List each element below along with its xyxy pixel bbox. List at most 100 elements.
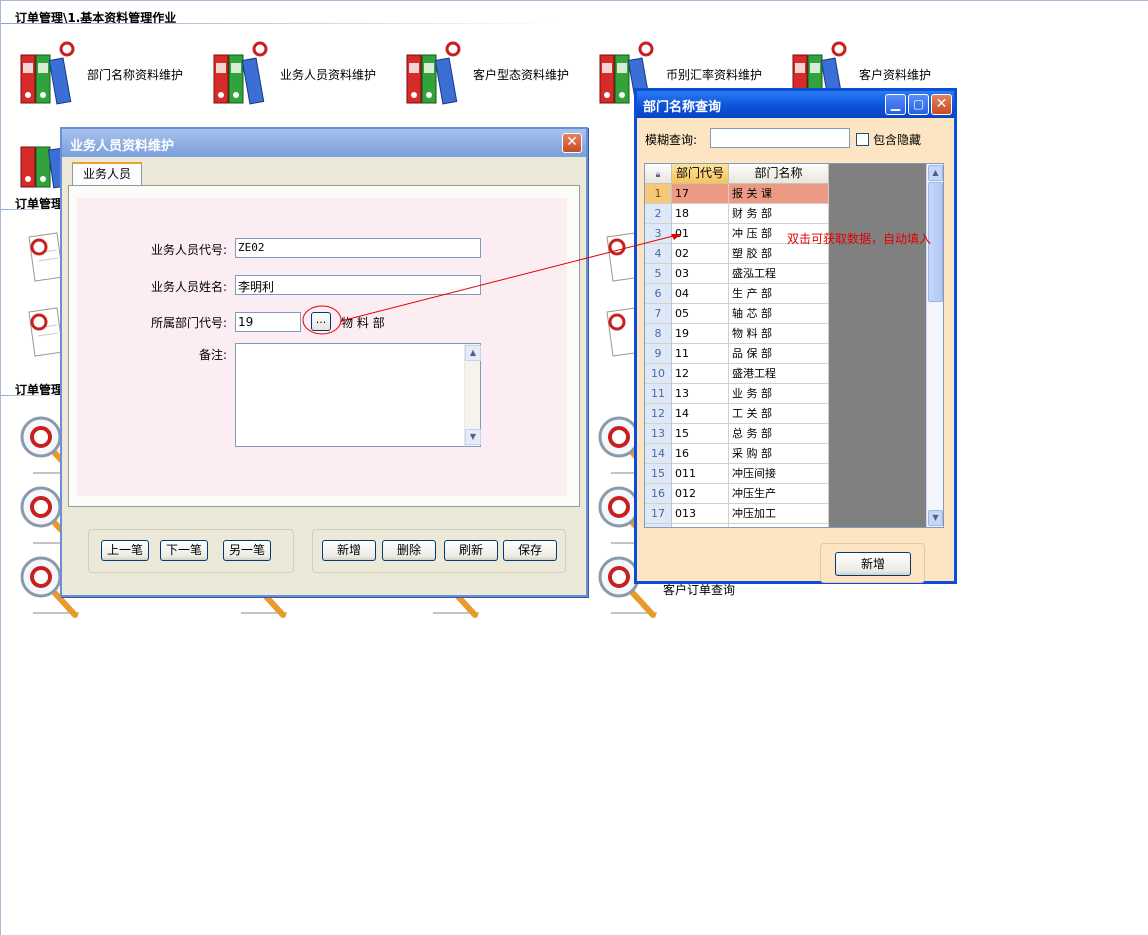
close-icon: ✕: [566, 134, 578, 150]
table-row[interactable]: 16 012 冲压生产: [645, 484, 829, 504]
cell-dept-code[interactable]: 011: [672, 464, 729, 484]
launcher-label: 业务人员资料维护: [280, 68, 377, 82]
scroll-down-icon[interactable]: ▼: [928, 510, 943, 526]
minimize-icon: ▁: [890, 97, 901, 111]
note-scrollbar[interactable]: ▲ ▼: [464, 344, 481, 446]
cell-dept-name[interactable]: 品 保 部: [729, 344, 829, 364]
include-hidden-checkbox[interactable]: [856, 133, 869, 146]
cell-dept-code[interactable]: 17: [672, 184, 729, 204]
code-label: 业务人员代号:: [150, 243, 227, 257]
maximize-button[interactable]: ▢: [908, 94, 929, 115]
cell-dept-name[interactable]: 总 务 部: [729, 424, 829, 444]
minimize-button[interactable]: ▁: [885, 94, 906, 115]
cell-dept-code[interactable]: 18: [672, 204, 729, 224]
column-header-dept-code[interactable]: 部门代号: [672, 164, 729, 184]
cell-dept-code[interactable]: 14: [672, 404, 729, 424]
table-row[interactable]: 1 17 报 关 课: [645, 184, 829, 204]
cell-dept-name[interactable]: 塑 胶 部: [729, 244, 829, 264]
cell-dept-name[interactable]: 报 关 课: [729, 184, 829, 204]
sales-staff-dialog: 业务人员资料维护 ✕ 业务人员 业务人员代号: ZE02 业务人员姓名: 李明利…: [60, 127, 588, 597]
row-number: 8: [645, 324, 672, 344]
tab-sales-staff[interactable]: 业务人员: [72, 162, 142, 186]
dialog-titlebar[interactable]: 部门名称查询 ▁ ▢ ✕: [637, 91, 954, 118]
cell-dept-name[interactable]: 生 产 部: [729, 284, 829, 304]
table-row[interactable]: 17 013 冲压加工: [645, 504, 829, 524]
include-hidden-label: 包含隐藏: [873, 133, 922, 147]
row-number: 9: [645, 344, 672, 364]
cell-dept-code[interactable]: 013: [672, 504, 729, 524]
delete-button[interactable]: 删除: [382, 540, 436, 561]
cell-dept-code[interactable]: 12: [672, 364, 729, 384]
prev-record-button[interactable]: 上一笔: [101, 540, 149, 561]
table-row[interactable]: 13 15 总 务 部: [645, 424, 829, 444]
grid-scrollbar[interactable]: ▲ ▼: [926, 164, 943, 527]
launcher-label: 币别汇率资料维护: [666, 68, 763, 82]
scroll-down-icon[interactable]: ▼: [465, 429, 481, 445]
table-row[interactable]: 11 13 业 务 部: [645, 384, 829, 404]
table-row[interactable]: 15 011 冲压间接: [645, 464, 829, 484]
table-row[interactable]: 9 11 品 保 部: [645, 344, 829, 364]
table-row[interactable]: 12 14 工 关 部: [645, 404, 829, 424]
next-record-button[interactable]: 下一笔: [160, 540, 208, 561]
cell-dept-name[interactable]: 盛港工程: [729, 364, 829, 384]
dept-grid[interactable]: 🔒︎ 部门代号 部门名称 1 17 报 关 课 2 18 财 务 部 3 01 冲 压 部 4 02…: [644, 163, 944, 528]
cell-dept-name[interactable]: 轴 芯 部: [729, 304, 829, 324]
another-record-button[interactable]: 另一笔: [223, 540, 271, 561]
cell-dept-name[interactable]: 冲压加工: [729, 504, 829, 524]
search-label: 模糊查询:: [645, 133, 698, 147]
table-row[interactable]: 8 19 物 料 部: [645, 324, 829, 344]
fuzzy-search-input[interactable]: [710, 128, 850, 148]
cell-dept-code[interactable]: 16: [672, 444, 729, 464]
table-row[interactable]: 塑胶间接: [645, 524, 829, 527]
table-row[interactable]: 10 12 盛港工程: [645, 364, 829, 384]
launcher-label: 客户资料维护: [859, 68, 932, 82]
row-number: 11: [645, 384, 672, 404]
cell-dept-name[interactable]: 冲压间接: [729, 464, 829, 484]
save-button[interactable]: 保存: [503, 540, 557, 561]
table-row[interactable]: 14 16 采 购 部: [645, 444, 829, 464]
section-divider-2: [1, 209, 61, 210]
cell-dept-code[interactable]: 19: [672, 324, 729, 344]
cell-dept-name[interactable]: 冲压生产: [729, 484, 829, 504]
binders-icon: [213, 41, 268, 105]
cell-dept-code[interactable]: 11: [672, 344, 729, 364]
cell-dept-code[interactable]: 13: [672, 384, 729, 404]
dept-label: 所属部门代号:: [150, 316, 227, 330]
launcher-label: 部门名称资料维护: [87, 68, 184, 82]
grid-corner[interactable]: 🔒︎: [645, 164, 672, 184]
scroll-up-icon[interactable]: ▲: [928, 165, 943, 181]
cell-dept-name[interactable]: 财 务 部: [729, 204, 829, 224]
cell-dept-name[interactable]: 采 购 部: [729, 444, 829, 464]
cell-dept-name[interactable]: 盛泓工程: [729, 264, 829, 284]
row-number: 17: [645, 504, 672, 524]
dialog-titlebar[interactable]: 业务人员资料维护 ✕: [62, 129, 586, 157]
dialog-title: 部门名称查询: [643, 100, 722, 115]
row-number: 10: [645, 364, 672, 384]
cell-dept-name[interactable]: 塑胶间接: [729, 524, 829, 527]
column-header-dept-name[interactable]: 部门名称: [729, 164, 829, 184]
cell-dept-name[interactable]: 业 务 部: [729, 384, 829, 404]
maximize-icon: ▢: [912, 97, 925, 111]
close-icon: ✕: [935, 96, 948, 112]
row-number: 16: [645, 484, 672, 504]
section-divider-3: [1, 395, 61, 396]
row-number: 12: [645, 404, 672, 424]
dept-input[interactable]: 19: [235, 312, 301, 332]
nav-button-group: 上一笔 下一笔 另一笔: [88, 529, 294, 573]
scroll-up-icon[interactable]: ▲: [465, 345, 481, 361]
cell-dept-code[interactable]: 15: [672, 424, 729, 444]
cell-dept-code[interactable]: 012: [672, 484, 729, 504]
close-button[interactable]: ✕: [562, 133, 582, 153]
cell-dept-name[interactable]: 物 料 部: [729, 324, 829, 344]
cell-dept-name[interactable]: 工 关 部: [729, 404, 829, 424]
table-row[interactable]: 2 18 财 务 部: [645, 204, 829, 224]
cell-dept-code[interactable]: [672, 524, 729, 527]
annotation-text: 双击可获取数据，自动填入: [787, 232, 932, 246]
note-textarea[interactable]: ▲ ▼: [235, 343, 481, 447]
add-dept-button[interactable]: 新增: [835, 552, 911, 576]
refresh-button[interactable]: 刷新: [444, 540, 498, 561]
add-button[interactable]: 新增: [322, 540, 376, 561]
action-button-group: 新增 删除 刷新 保存: [312, 529, 566, 573]
row-number: 13: [645, 424, 672, 444]
close-button[interactable]: ✕: [931, 94, 952, 115]
